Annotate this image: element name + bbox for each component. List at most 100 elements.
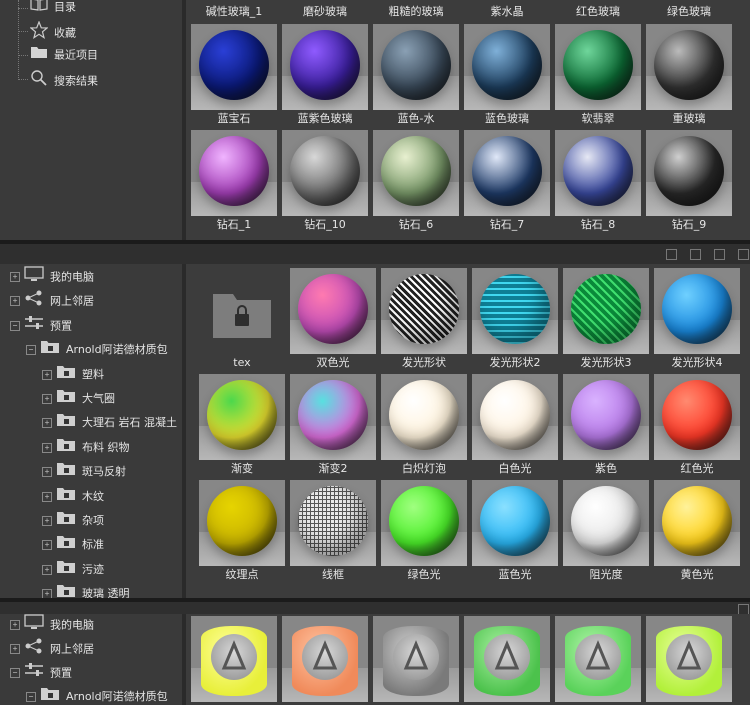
material-thumbnail: [191, 130, 277, 216]
material-tile[interactable]: 蓝色-水: [373, 24, 459, 128]
expand-toggle[interactable]: −: [26, 345, 36, 356]
arnold-logo-icon: [484, 634, 530, 680]
material-tile[interactable]: 重玻璃: [646, 24, 732, 128]
material-tile[interactable]: 纹理点: [199, 480, 285, 584]
material-tile[interactable]: 渐变: [199, 374, 285, 478]
material-sphere: [472, 30, 542, 100]
material-tile[interactable]: 蓝紫色玻璃: [282, 24, 368, 128]
material-tile[interactable]: 线框: [290, 480, 376, 584]
tree-item[interactable]: 我的电脑: [24, 266, 94, 286]
material-thumbnail: [563, 480, 649, 566]
tree-item[interactable]: 网上邻居: [24, 290, 94, 310]
material-tile[interactable]: 钻石_6: [373, 130, 459, 234]
tree-item[interactable]: 斑马反射: [56, 461, 126, 481]
material-thumbnail: [199, 374, 285, 460]
tree-item[interactable]: 塑料: [56, 364, 104, 384]
tree-item-label: Arnold阿诺德材质包: [66, 343, 168, 357]
material-tile[interactable]: 钻石_9: [646, 130, 732, 234]
expand-toggle[interactable]: +: [42, 369, 52, 380]
material-tile[interactable]: 发光形状: [381, 268, 467, 372]
tree-item[interactable]: 玻璃 透明: [56, 583, 130, 598]
material-label: 线框: [322, 568, 344, 581]
tree-item[interactable]: 标准: [56, 534, 104, 554]
arnold-logo-icon: [393, 634, 439, 680]
material-tile[interactable]: [646, 616, 732, 702]
tree-item[interactable]: 我的电脑: [24, 614, 94, 634]
expand-toggle[interactable]: +: [10, 272, 20, 282]
sidebar-item-favorites[interactable]: 收藏: [29, 20, 76, 41]
expand-toggle[interactable]: +: [10, 296, 20, 307]
material-tile[interactable]: 钻石_8: [555, 130, 641, 234]
material-thumbnail: [472, 268, 558, 354]
tree-item[interactable]: 预置: [24, 315, 72, 335]
material-tile[interactable]: 绿色光: [381, 480, 467, 584]
sidebar-item-search-results[interactable]: 搜索结果: [30, 69, 98, 89]
material-label: 粗糙的玻璃: [388, 5, 444, 18]
tree-item[interactable]: 布料 织物: [56, 437, 130, 457]
tree-item[interactable]: 大理石 岩石 混凝土: [56, 412, 177, 432]
tree-item-label: 大气圈: [82, 392, 115, 405]
material-tile[interactable]: 发光形状2: [472, 268, 558, 372]
material-tile[interactable]: [373, 616, 459, 702]
expand-toggle[interactable]: +: [42, 442, 52, 453]
material-tile[interactable]: 发光形状3: [563, 268, 649, 372]
material-tile[interactable]: 钻石_10: [282, 130, 368, 234]
material-tile[interactable]: 钻石_1: [191, 130, 277, 234]
expand-toggle[interactable]: +: [42, 540, 52, 551]
material-label: 双色光: [316, 356, 350, 369]
material-tile[interactable]: [555, 616, 641, 702]
toolbar-button[interactable]: [690, 249, 701, 260]
material-tile[interactable]: 蓝色光: [472, 480, 558, 584]
expand-toggle[interactable]: +: [10, 620, 20, 630]
material-tile[interactable]: 软翡翠: [555, 24, 641, 128]
tree-item[interactable]: 污迹: [56, 559, 104, 579]
material-tile[interactable]: 双色光: [290, 268, 376, 372]
expand-toggle[interactable]: +: [42, 516, 52, 526]
tree-item[interactable]: 木纹: [56, 486, 104, 506]
material-tile[interactable]: [282, 616, 368, 702]
material-tile[interactable]: 渐变2: [290, 374, 376, 478]
tree-item[interactable]: Arnold阿诺德材质包: [40, 339, 168, 359]
material-sphere: [662, 380, 732, 450]
tree-item[interactable]: 杂项: [56, 510, 104, 530]
tree-item[interactable]: 网上邻居: [24, 638, 94, 658]
material-tile[interactable]: 白色光: [472, 374, 558, 478]
material-tile[interactable]: 阻光度: [563, 480, 649, 584]
expand-toggle[interactable]: +: [10, 644, 20, 654]
tree-item[interactable]: 大气圈: [56, 388, 115, 408]
material-tile[interactable]: 红色光: [654, 374, 740, 478]
expand-toggle[interactable]: −: [10, 668, 20, 678]
material-sphere: [199, 136, 269, 206]
toolbar-button[interactable]: [738, 249, 749, 260]
tree-item-label: 杂项: [82, 514, 104, 527]
tree-item[interactable]: Arnold阿诺德材质包: [40, 686, 168, 705]
expand-toggle[interactable]: +: [42, 394, 52, 404]
expand-toggle[interactable]: +: [42, 491, 52, 502]
material-tile[interactable]: 蓝宝石: [191, 24, 277, 128]
tree-item[interactable]: 预置: [24, 662, 72, 682]
material-tile[interactable]: 蓝色玻璃: [464, 24, 550, 128]
expand-toggle[interactable]: +: [42, 467, 52, 478]
material-tile[interactable]: 钻石_7: [464, 130, 550, 234]
expand-toggle[interactable]: +: [42, 564, 52, 575]
material-sphere: [571, 486, 641, 556]
material-sphere: [480, 486, 550, 556]
material-label: 磨砂玻璃: [303, 5, 347, 18]
material-tile[interactable]: [191, 616, 277, 702]
material-tile[interactable]: tex: [199, 268, 285, 372]
material-tile[interactable]: 白炽灯泡: [381, 374, 467, 478]
sidebar-item-recent[interactable]: 最近项目: [30, 45, 98, 65]
expand-toggle[interactable]: −: [10, 320, 20, 331]
material-tile[interactable]: [464, 616, 550, 702]
expand-toggle[interactable]: +: [42, 589, 52, 598]
material-tile[interactable]: 紫色: [563, 374, 649, 478]
material-tile[interactable]: 发光形状4: [654, 268, 740, 372]
expand-toggle[interactable]: −: [26, 692, 36, 702]
sidebar-item-catalog[interactable]: 目录: [30, 0, 76, 17]
material-tile[interactable]: 黄色光: [654, 480, 740, 584]
toolbar-button[interactable]: [666, 249, 677, 260]
material-thumbnail: [290, 480, 376, 566]
network-icon: [24, 638, 44, 661]
toolbar-button[interactable]: [714, 249, 725, 260]
expand-toggle[interactable]: +: [42, 418, 52, 429]
